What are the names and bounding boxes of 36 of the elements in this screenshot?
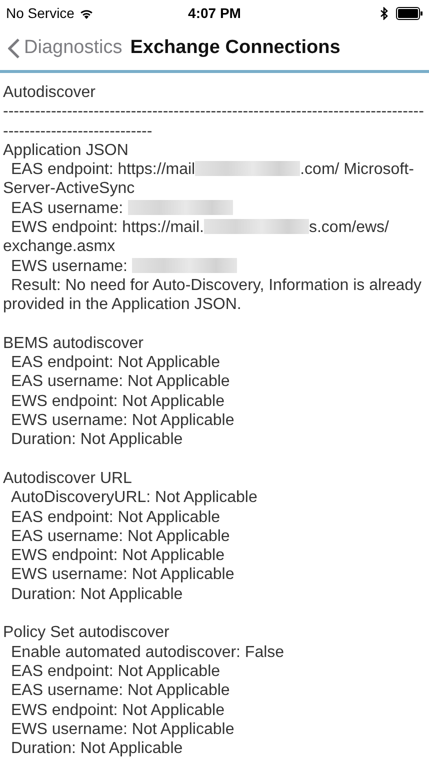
log-line: EAS username: Not Applicable	[10, 526, 231, 546]
carrier-text: No Service	[6, 5, 74, 21]
log-line: EAS endpoint: Not Applicable	[10, 508, 222, 527]
log-line: EWS endpoint: Not Applicable	[10, 392, 226, 412]
section-heading: Policy Set autodiscover	[3, 623, 170, 643]
log-line: Duration: Not Applicable	[10, 584, 184, 604]
log-line: EAS endpoint: Not Applicable	[10, 662, 222, 682]
log-line: EWS username: Not Applicable	[10, 411, 236, 430]
log-line: EAS username:	[3, 198, 426, 218]
log-line: EWS username: Not Applicable	[10, 565, 236, 585]
section-heading: BEMS autodiscover	[3, 334, 145, 354]
log-line: Duration: Not Applicable	[10, 739, 184, 758]
log-line: EAS username: Not Applicable	[10, 681, 231, 700]
log-line: EWS endpoint: https://mail. s.com/ews/ exchange.asmx	[3, 218, 390, 257]
log-title: Autodiscover	[3, 83, 96, 102]
log-line: AutoDiscoveryURL: Not Applicable	[10, 488, 258, 508]
log-line: EWS endpoint: Not Applicable	[10, 546, 226, 566]
log-line: EWS endpoint: Not Applicable	[10, 700, 226, 720]
log-line: EWS username: Not Applicable	[10, 720, 236, 740]
clock-text: 4:07 PM	[188, 5, 241, 21]
log-line: Enable automated autodiscover: False	[10, 642, 286, 662]
log-line: EAS endpoint: https://mail .com/ Microsoft-Server-ActiveSync	[3, 160, 415, 199]
section-heading: Application JSON	[3, 140, 130, 160]
battery-icon	[396, 6, 423, 20]
page-title: Exchange Connections	[130, 37, 340, 59]
back-chevron-icon[interactable]	[8, 38, 20, 58]
log-line: EWS username:	[3, 256, 426, 276]
log-line: EAS username: Not Applicable	[10, 372, 231, 392]
back-button[interactable]: Diagnostics	[8, 37, 122, 59]
log-line: EAS endpoint: Not Applicable	[10, 353, 222, 372]
separator-line: -----------------------------------------------------------------------------------------------------------	[3, 102, 425, 141]
log-line: Duration: Not Applicable	[10, 430, 184, 450]
section-heading: Autodiscover URL	[3, 468, 133, 488]
wifi-icon	[79, 8, 94, 18]
bluetooth-icon	[380, 6, 388, 20]
log-line: Result: No need for Auto-Discovery, Information is already provided in the Application JSON.	[3, 276, 423, 315]
